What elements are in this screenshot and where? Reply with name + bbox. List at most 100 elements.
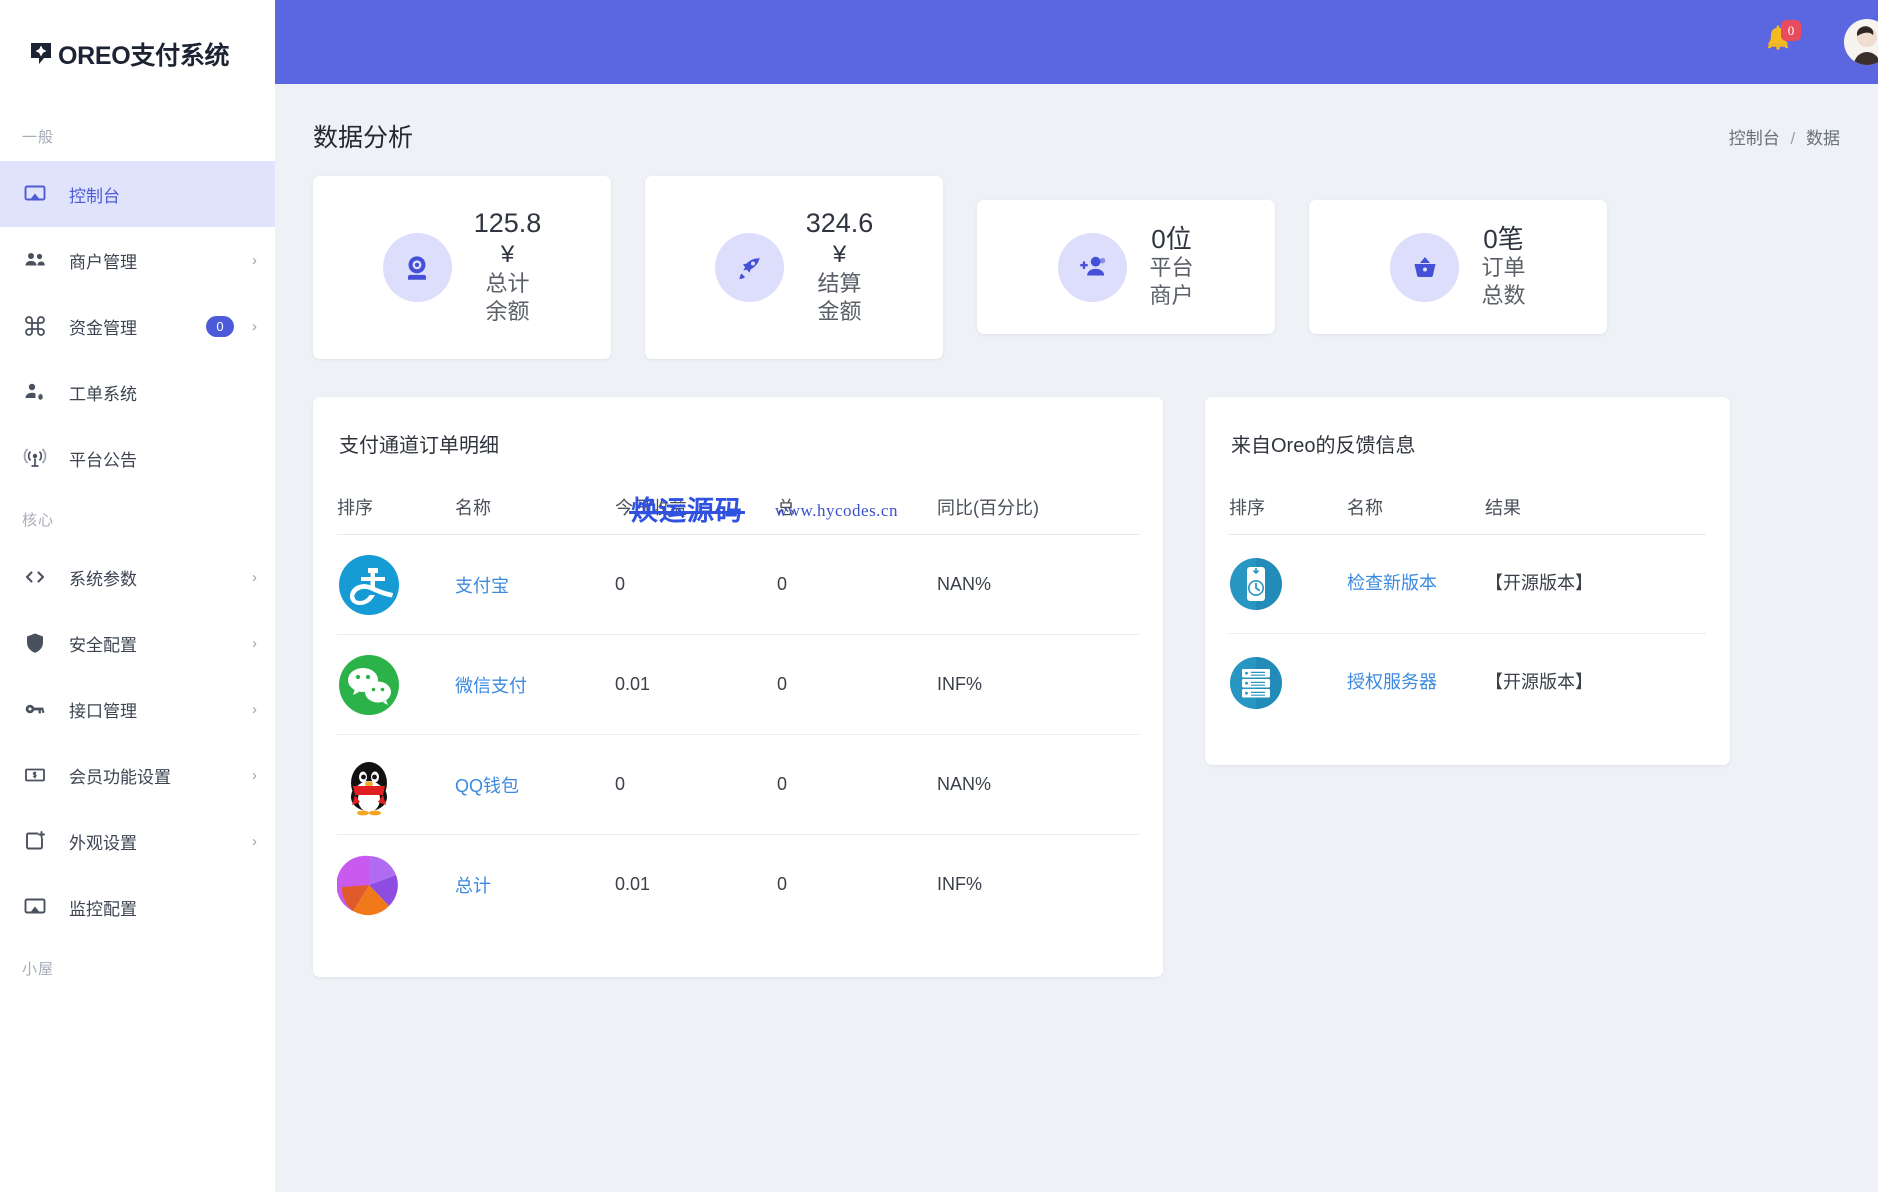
stat-label-line1: 订单: [1481, 255, 1526, 281]
payment-channel-table: 排序 名称 今日收益 总 同比(百分比) 支付宝 0 0 NAN% 微信支付 0…: [337, 458, 1139, 935]
cell-today: 0: [615, 734, 777, 835]
stat-label-line2: 总数: [1481, 283, 1526, 309]
cell-total: 0: [777, 634, 937, 735]
cell-ratio: NAN%: [937, 734, 1139, 835]
broadcast-icon: [22, 445, 48, 471]
cell-icon: [337, 734, 455, 835]
sidebar-item-工单系统[interactable]: 工单系统: [0, 359, 275, 425]
cell-total: 0: [777, 874, 788, 895]
chevron-right-icon: ›: [252, 568, 257, 586]
stat-label-line2: 金额: [817, 299, 862, 325]
col-today: 今日收益: [615, 458, 777, 535]
money-note-icon: [22, 762, 48, 788]
feedback-panel: 来自Oreo的反馈信息 排序 名称 结果 检查新版本 【开源版本】 授权服务器 …: [1205, 397, 1730, 765]
cell-today: 0.01: [615, 874, 651, 895]
sidebar-item-系统参数[interactable]: 系统参数 ›: [0, 544, 275, 610]
notification-count-badge: 0: [1781, 20, 1801, 41]
stats-row: 125.8 ¥ 总计 余额 324.6 ¥ 结算 金额 0位 平台 商户 0笔 …: [275, 176, 1878, 359]
stat-value: 125.8: [473, 208, 542, 239]
chevron-right-icon: ›: [252, 832, 257, 850]
stat-label-line1: 平台: [1149, 255, 1194, 281]
stat-value: 324.6: [805, 208, 874, 239]
cell-total: 0: [777, 734, 937, 835]
layout-plus-icon: [22, 828, 48, 854]
stat-label-line2: 余额: [485, 299, 530, 325]
page-header: 数据分析 控制台 / 数据: [313, 84, 1840, 176]
cell-name[interactable]: QQ钱包: [455, 734, 615, 835]
cell-name[interactable]: 授权服务器: [1347, 634, 1485, 733]
sidebar-item-监控配置[interactable]: 监控配置: [0, 874, 275, 940]
table-row: QQ钱包 0 0 NAN%: [337, 734, 1139, 835]
basket-icon: [1390, 232, 1460, 302]
cell-icon: [337, 634, 455, 735]
chevron-right-icon: ›: [252, 251, 257, 269]
stat-label-line1: 结算: [817, 271, 862, 297]
app-root: OREO支付系统 一般 控制台 商户管理 › 资金管理 0 › 工单系统 平台公…: [0, 0, 1878, 1192]
cell-icon: [337, 534, 455, 635]
sidebar-section-general: 一般: [22, 129, 55, 146]
cell-icon: [337, 835, 455, 935]
col-ratio: 同比(百分比): [937, 458, 1139, 535]
cell-name[interactable]: 微信支付: [455, 634, 615, 735]
breadcrumb-current: 数据: [1806, 128, 1840, 148]
chevron-right-icon: ›: [252, 634, 257, 652]
sidebar-item-资金管理[interactable]: 资金管理 0 ›: [0, 293, 275, 359]
table-row: 总计 0.01 0 INF%: [337, 835, 1139, 935]
cell-name[interactable]: 支付宝: [455, 534, 615, 635]
col-rank: 排序: [337, 458, 455, 535]
code-icon: [22, 564, 48, 590]
sidebar-item-label: 平台公告: [69, 450, 137, 470]
sidebar-item-外观设置[interactable]: 外观设置 ›: [0, 808, 275, 874]
sidebar-item-接口管理[interactable]: 接口管理 ›: [0, 676, 275, 742]
user-cog-icon: [22, 379, 48, 405]
notification-button[interactable]: 0: [1756, 20, 1801, 64]
key-icon: [22, 696, 48, 722]
col-result: 结果: [1485, 458, 1706, 535]
sidebar-item-label: 系统参数: [69, 569, 137, 589]
cell-name[interactable]: 总计: [455, 835, 615, 935]
main-area: 0 数据分析 控制台 / 数据 125.8 ¥ 总计 余额 324.6 ¥ 结算…: [275, 0, 1878, 1192]
sidebar-item-label: 安全配置: [69, 635, 137, 655]
sidebar-item-控制台[interactable]: 控制台: [0, 161, 275, 227]
sidebar-item-label: 监控配置: [69, 899, 137, 919]
sidebar-item-label: 控制台: [69, 186, 120, 206]
cell-name[interactable]: 检查新版本: [1347, 534, 1485, 634]
monitor-icon: [22, 181, 48, 207]
cell-total: 0: [777, 534, 937, 635]
sidebar-item-label: 工单系统: [69, 384, 137, 404]
cell-result: 【开源版本】: [1485, 534, 1706, 634]
table-row: 检查新版本 【开源版本】: [1229, 534, 1706, 634]
sidebar-item-安全配置[interactable]: 安全配置 ›: [0, 610, 275, 676]
breadcrumb-root[interactable]: 控制台: [1729, 129, 1780, 148]
cell-ratio: INF%: [937, 874, 982, 895]
stat-currency: ¥: [500, 241, 515, 269]
status-badge: 0: [206, 315, 234, 337]
panel-title: 支付通道订单明细: [339, 435, 499, 457]
avatar[interactable]: [1844, 19, 1878, 65]
stat-currency: ¥: [832, 241, 847, 269]
sidebar-item-会员功能设置[interactable]: 会员功能设置 ›: [0, 742, 275, 808]
users-icon: [22, 247, 48, 273]
sidebar-item-商户管理[interactable]: 商户管理 ›: [0, 227, 275, 293]
cell-icon: [1229, 534, 1347, 634]
table-row: 支付宝 0 0 NAN%: [337, 534, 1139, 635]
feedback-table: 排序 名称 结果 检查新版本 【开源版本】 授权服务器 【开源版本】: [1229, 458, 1706, 733]
qq-icon: [337, 753, 455, 817]
brand-logo[interactable]: OREO支付系统: [0, 0, 275, 108]
stat-card-settlement-amount: 324.6 ¥ 结算 金额: [645, 176, 943, 359]
stat-value: 0笔: [1483, 223, 1524, 254]
cell-today: 0.01: [615, 634, 777, 735]
chevron-right-icon: ›: [252, 700, 257, 718]
panels-row: 支付通道订单明细 排序 名称 今日收益 总 同比(百分比) 支付宝 0 0 NA…: [275, 359, 1878, 977]
table-row: 微信支付 0.01 0 INF%: [337, 634, 1139, 735]
table-header-row: 排序 名称 结果: [1229, 458, 1706, 535]
sidebar-item-平台公告[interactable]: 平台公告: [0, 425, 275, 491]
sidebar-item-label: 商户管理: [69, 252, 137, 272]
command-icon: [22, 313, 48, 339]
col-name: 名称: [1347, 458, 1485, 535]
page-title: 数据分析: [313, 124, 414, 152]
stat-label-line2: 商户: [1149, 283, 1194, 309]
update-clock-icon: [1229, 557, 1347, 611]
breadcrumb-separator: /: [1790, 128, 1796, 148]
table-header-row: 排序 名称 今日收益 总 同比(百分比): [337, 458, 1139, 535]
